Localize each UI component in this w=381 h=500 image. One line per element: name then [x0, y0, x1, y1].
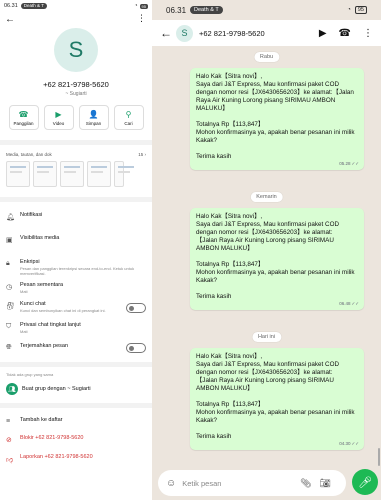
media-visibility-row[interactable]: ▣ Visibilitas media — [0, 235, 152, 244]
message-meta: 05.28✓✓ — [339, 161, 359, 166]
action-buttons: ☎ Panggilan ▶ Video 👤 Simpan ⚲ Cari — [0, 105, 152, 130]
message-input-bar: ☺ 📎︎ 📷︎ — [158, 470, 346, 496]
message-bubble[interactable]: Halo Kak【Sitra novi】, Saya dari J&T Expr… — [190, 68, 364, 170]
group-icon: 👥︎ — [6, 383, 18, 395]
no-common-groups-label: Tidak ada grup yang sama — [6, 372, 54, 377]
media-thumbnail[interactable] — [114, 161, 134, 187]
contact-avatar[interactable]: S — [54, 28, 98, 72]
more-options-icon[interactable]: ⋮ — [137, 13, 146, 24]
contact-avatar[interactable]: S — [176, 24, 193, 42]
chat-header: ← S +62 821-9798-5620 ▶ ☎ ⋮ — [152, 20, 381, 46]
notifications-row[interactable]: 🔔︎ Notifikasi — [0, 212, 152, 221]
phone-icon[interactable]: ☎ — [339, 28, 351, 39]
add-person-icon: 👤 — [88, 109, 99, 119]
back-arrow-icon[interactable]: ← — [5, 14, 15, 25]
status-bar: 06.31 Death & T ◔ 95 — [152, 0, 381, 20]
date-chip: Hari ini — [251, 332, 282, 342]
contact-phone: +62 821-9798-5620 — [43, 80, 109, 89]
microphone-icon: 🎤︎ — [358, 476, 372, 489]
video-button[interactable]: ▶ Video — [43, 105, 74, 130]
chat-lock-toggle[interactable] — [126, 303, 146, 313]
contact-name[interactable]: +62 821-9798-5620 — [199, 29, 265, 38]
more-options-icon[interactable]: ⋮ — [363, 28, 373, 39]
thumbs-down-icon: 👎︎ — [6, 457, 14, 464]
message-input[interactable] — [182, 478, 293, 488]
bell-icon: 🔔︎ — [6, 214, 15, 221]
status-pill: Death & T — [190, 6, 223, 14]
lock-chat-icon: 🔐︎ — [6, 303, 15, 310]
back-arrow-icon[interactable]: ← — [160, 26, 172, 40]
list-add-icon: ≡ — [6, 418, 11, 425]
scrollbar[interactable] — [378, 448, 380, 466]
block-row[interactable]: ⊘ Blokir +62 821-9798-5620 — [0, 435, 152, 444]
block-icon: ⊘ — [6, 437, 12, 444]
status-time: 06.31 — [166, 5, 187, 15]
search-button[interactable]: ⚲ Cari — [113, 105, 144, 130]
chat-lock-row: 🔐︎ Kunci chat Kunci dan sembunyikan chat… — [0, 301, 152, 313]
message-meta: 06.48✓✓ — [339, 301, 359, 306]
create-group-row[interactable]: 👥︎ Buat grup dengan ~ Sugiarti — [0, 383, 152, 395]
message-meta: 04.30✓✓ — [339, 441, 359, 446]
globe-icon: 🌐︎ — [6, 344, 12, 351]
wifi-icon: ◔ — [134, 3, 138, 9]
battery-icon: 95 — [354, 6, 367, 14]
status-bar: 06.31 Death & T ◔ 95 — [0, 0, 152, 12]
save-contact-button[interactable]: 👤 Simpan — [78, 105, 109, 130]
add-to-list-row[interactable]: ≡ Tambah ke daftar — [0, 417, 152, 425]
lock-icon: 🔒︎ — [6, 260, 10, 267]
encryption-row[interactable]: 🔒︎ Enkripsi Pesan dan panggilan terenkri… — [0, 259, 152, 276]
camera-icon[interactable]: 📷︎ — [320, 478, 331, 489]
call-button[interactable]: ☎ Panggilan — [8, 105, 39, 130]
signal-icon: ◔ — [347, 7, 351, 13]
media-thumbnail[interactable] — [6, 161, 30, 187]
phone-icon: ☎ — [18, 109, 29, 119]
search-icon: ⚲ — [125, 109, 132, 119]
video-icon: ▶ — [55, 109, 62, 119]
contact-alias: ~ Sugiarti — [65, 91, 87, 97]
translate-toggle[interactable] — [126, 343, 146, 353]
message-bubble[interactable]: Halo Kak【Sitra novi】, Saya dari J&T Expr… — [190, 348, 364, 450]
timer-icon: ◷ — [6, 284, 13, 291]
microphone-button[interactable]: 🎤︎ — [352, 469, 378, 495]
translate-row: 🌐︎ Terjemahkan pesan — [0, 343, 152, 353]
chat-panel: 06.31 Death & T ◔ 95 ← S +62 821-9798-56… — [152, 0, 381, 500]
media-thumbnails — [0, 161, 152, 187]
date-chip: Kemarin — [250, 192, 283, 202]
media-thumbnail[interactable] — [60, 161, 84, 187]
read-ticks-icon: ✓✓ — [351, 161, 359, 166]
battery-icon: 95 — [139, 3, 148, 9]
image-icon: ▣ — [6, 237, 13, 244]
media-thumbnail[interactable] — [87, 161, 111, 187]
media-count: 15 › — [138, 152, 146, 157]
media-thumbnail[interactable] — [33, 161, 57, 187]
read-ticks-icon: ✓✓ — [351, 441, 359, 446]
sticker-icon[interactable]: ☺ — [166, 478, 176, 489]
message-bubble[interactable]: Halo Kak【Sitra novi】, Saya dari J&T Expr… — [190, 208, 364, 310]
status-time: 06.31 — [4, 3, 18, 9]
video-call-icon[interactable]: ▶ — [319, 28, 327, 39]
media-header[interactable]: Media, tautan, dan dok 15 › — [0, 145, 152, 161]
attach-icon[interactable]: 📎︎ — [300, 478, 311, 489]
disappearing-messages-row[interactable]: ◷ Pesan sementara Mati — [0, 282, 152, 294]
report-row[interactable]: 👎︎ Laporkan +62 821-9798-5620 — [0, 454, 152, 464]
contact-info-panel: 06.31 Death & T ◔ 95 ← ⋮ S +62 821-9798-… — [0, 0, 152, 500]
status-pill: Death & T — [20, 3, 47, 9]
shield-icon: ⛉ — [6, 323, 12, 330]
read-ticks-icon: ✓✓ — [351, 301, 359, 306]
advanced-privacy-row[interactable]: ⛉ Privasi chat tingkat lanjut Mati — [0, 322, 152, 334]
date-chip: Rabu — [253, 52, 280, 62]
